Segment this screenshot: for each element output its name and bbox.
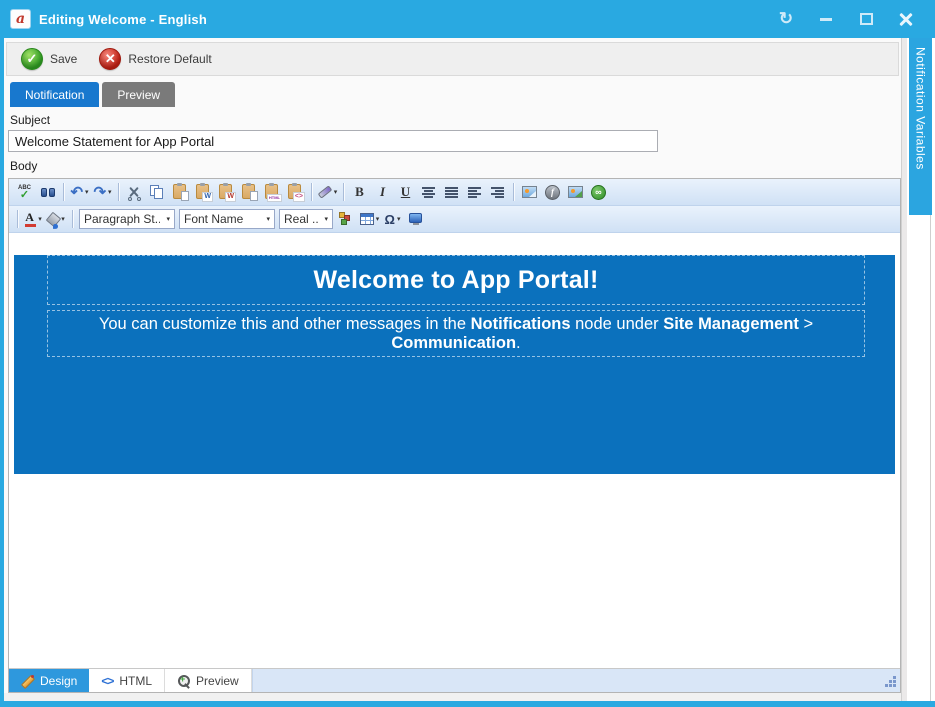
subject-label: Subject — [10, 113, 901, 127]
image-map-editor-icon[interactable] — [565, 182, 586, 203]
rich-text-editor: ABC✓↶▾↷▾WWHTML<>▾BIUf∞ A▾▾Paragraph St..… — [8, 178, 901, 693]
save-label: Save — [50, 52, 77, 66]
underline-icon[interactable]: U — [395, 182, 416, 203]
foreground-color-icon[interactable]: A▾ — [23, 209, 44, 230]
code-icon: <> — [101, 674, 113, 688]
copy-icon[interactable] — [147, 182, 168, 203]
spellcheck-icon[interactable]: ABC✓ — [14, 182, 35, 203]
restore-default-label: Restore Default — [128, 52, 211, 66]
preview-media-icon[interactable] — [405, 209, 426, 230]
save-check-icon: ✓ — [21, 48, 43, 70]
insert-symbol-icon[interactable]: Ω▾ — [382, 209, 403, 230]
editor-toolbar-row1: ABC✓ ↶▾↷▾ WW HTML<> ▾ BIUf ∞ — [9, 179, 900, 206]
email-paragraph-region[interactable]: You can customize this and other message… — [47, 310, 865, 357]
editor-toolbar-row2: A▾▾Paragraph St...▾Font Name▾Real ...▾▾Ω… — [9, 206, 900, 233]
redo-icon[interactable]: ↷▾ — [92, 182, 113, 203]
refresh-button[interactable]: ↻ — [773, 7, 799, 31]
tab-editor-preview-label: Preview — [196, 674, 239, 688]
paste-from-word-strip-font-icon[interactable]: W — [216, 182, 237, 203]
close-icon — [899, 12, 913, 26]
format-stripper-icon[interactable]: ▾ — [317, 182, 338, 203]
toolbar-separator — [63, 183, 64, 201]
font-name-select[interactable]: Font Name▾ — [179, 209, 275, 229]
find-and-replace-icon[interactable] — [37, 182, 58, 203]
tab-html-label: HTML — [119, 674, 152, 688]
paste-icon[interactable] — [170, 182, 191, 203]
subject-input[interactable] — [8, 130, 658, 152]
email-body-block[interactable]: Welcome to App Portal! You can customize… — [14, 255, 895, 474]
cut-icon[interactable] — [124, 182, 145, 203]
command-toolbar: ✓ Save ✕ Restore Default — [6, 42, 899, 76]
toolbar-separator — [513, 183, 514, 201]
title-bar: a Editing Welcome - English ↻ — [0, 0, 935, 38]
image-manager-icon[interactable] — [519, 182, 540, 203]
email-paragraph-text: You can customize this and other message… — [48, 315, 864, 353]
toolbar-separator — [311, 183, 312, 201]
paste-from-word-icon[interactable]: W — [193, 182, 214, 203]
tab-notification[interactable]: Notification — [10, 82, 99, 107]
insert-table-icon[interactable]: ▾ — [359, 209, 380, 230]
tab-design[interactable]: Design — [9, 669, 89, 692]
font-size-select[interactable]: Real ...▾ — [279, 209, 333, 229]
restore-x-icon: ✕ — [99, 48, 121, 70]
bold-icon[interactable]: B — [349, 182, 370, 203]
background-color-icon[interactable]: ▾ — [46, 209, 67, 230]
hyperlink-manager-icon[interactable]: ∞ — [588, 182, 609, 203]
minimize-icon — [820, 18, 832, 21]
flash-manager-icon[interactable]: f — [542, 182, 563, 203]
tab-html[interactable]: <> HTML — [89, 669, 165, 692]
notification-variables-label: Notification Variables — [914, 38, 928, 215]
paragraph-style-select[interactable]: Paragraph St...▾ — [79, 209, 175, 229]
insert-snippet-icon[interactable] — [336, 209, 357, 230]
close-button[interactable] — [893, 7, 919, 31]
email-heading-region[interactable]: Welcome to App Portal! — [47, 255, 865, 305]
email-heading-text: Welcome to App Portal! — [314, 266, 599, 295]
toolbar-separator — [17, 210, 18, 228]
tab-editor-preview[interactable]: + Preview — [165, 669, 252, 692]
body-label: Body — [10, 159, 901, 173]
editor-mode-tab-strip: Design <> HTML + Preview — [9, 668, 900, 692]
dialog-window: a Editing Welcome - English ↻ ✓ Save ✕ R… — [0, 0, 935, 707]
pencil-icon — [21, 674, 34, 687]
status-strip — [4, 693, 901, 701]
italic-icon[interactable]: I — [372, 182, 393, 203]
align-left-icon[interactable] — [464, 182, 485, 203]
window-title: Editing Welcome - English — [39, 12, 207, 27]
app-logo-icon: a — [10, 9, 31, 29]
toolbar-separator — [118, 183, 119, 201]
toolbar-separator — [343, 183, 344, 201]
tab-design-label: Design — [40, 674, 77, 688]
maximize-icon — [860, 13, 873, 25]
align-center-icon[interactable] — [418, 182, 439, 203]
minimize-button[interactable] — [813, 7, 839, 31]
notification-variables-tab[interactable]: Notification Variables — [909, 38, 932, 215]
magnifier-icon: + — [177, 674, 190, 687]
align-right-icon[interactable] — [487, 182, 508, 203]
refresh-icon: ↻ — [779, 9, 793, 29]
right-panel: Notification Variables — [902, 38, 935, 701]
editor-design-surface[interactable]: Welcome to App Portal! You can customize… — [9, 233, 900, 668]
paste-as-html-icon[interactable]: HTML — [262, 182, 283, 203]
paste-plain-text-icon[interactable] — [239, 182, 260, 203]
toolbar-separator — [72, 210, 73, 228]
maximize-button[interactable] — [853, 7, 879, 31]
editor-tab-filler — [252, 669, 900, 692]
tab-preview[interactable]: Preview — [102, 82, 175, 107]
restore-default-button[interactable]: ✕ Restore Default — [99, 48, 211, 70]
save-button[interactable]: ✓ Save — [21, 48, 77, 70]
justify-icon[interactable] — [441, 182, 462, 203]
paste-html-icon[interactable]: <> — [285, 182, 306, 203]
resize-grip[interactable] — [893, 684, 896, 687]
top-tab-strip: Notification Preview — [10, 82, 901, 107]
undo-icon[interactable]: ↶▾ — [69, 182, 90, 203]
